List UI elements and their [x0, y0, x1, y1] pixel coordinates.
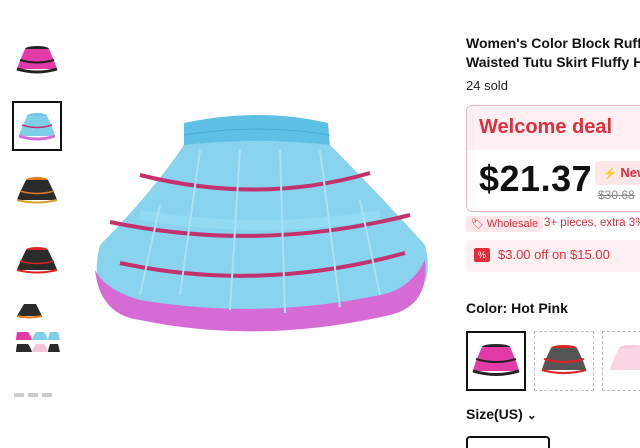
color-swatch-hot-pink[interactable] — [466, 331, 526, 391]
bolt-icon: ⚡ — [603, 168, 617, 180]
size-label[interactable]: Size(US) ⌄ — [466, 406, 537, 422]
wholesale-tag-label: Wholesale — [486, 218, 539, 230]
thumbnail-black-red-tutu[interactable] — [12, 236, 62, 286]
sale-price: $21.37 — [479, 158, 593, 199]
thumbnail-partial[interactable] — [12, 388, 62, 402]
new-badge: ⚡ New — [595, 161, 640, 185]
coupon-icon: % — [474, 248, 490, 262]
thumbnail-black-orange-tutu[interactable] — [12, 166, 62, 216]
chevron-down-icon: ⌄ — [526, 408, 537, 422]
thumbnail-pink-black-tutu[interactable] — [12, 35, 62, 85]
product-title-line-2: Waisted Tutu Skirt Fluffy H — [466, 54, 640, 70]
size-label-text: Size(US) — [466, 406, 523, 422]
product-title: Women's Color Block Ruff Waisted Tutu Sk… — [466, 34, 640, 72]
wholesale-text: 3+ pieces, extra 3% — [544, 217, 640, 229]
sold-count: 24 sold — [466, 78, 508, 93]
color-swatch-black-red[interactable] — [534, 331, 594, 391]
main-product-image[interactable] — [80, 95, 440, 345]
original-price: $30.68 — [598, 188, 635, 202]
tag-icon: 🏷 — [471, 219, 484, 230]
thumbnail-multi-color-tutus[interactable] — [12, 300, 62, 352]
size-option[interactable] — [466, 436, 550, 448]
welcome-deal-box: Welcome deal $21.37 ⚡ New $30.68 — [466, 105, 640, 212]
coupon-text[interactable]: $3.00 off on $15.00 — [498, 247, 610, 262]
product-title-line-1: Women's Color Block Ruff — [466, 35, 640, 51]
welcome-deal-title: Welcome deal — [479, 116, 613, 138]
new-badge-label: New — [620, 165, 640, 180]
color-label: Color: Hot Pink — [466, 300, 568, 316]
thumbnail-list — [0, 0, 80, 445]
color-swatch-light-pink[interactable] — [602, 331, 640, 391]
wholesale-tag: 🏷 Wholesale — [466, 216, 544, 232]
thumbnail-blue-pink-tutu[interactable] — [12, 101, 62, 151]
